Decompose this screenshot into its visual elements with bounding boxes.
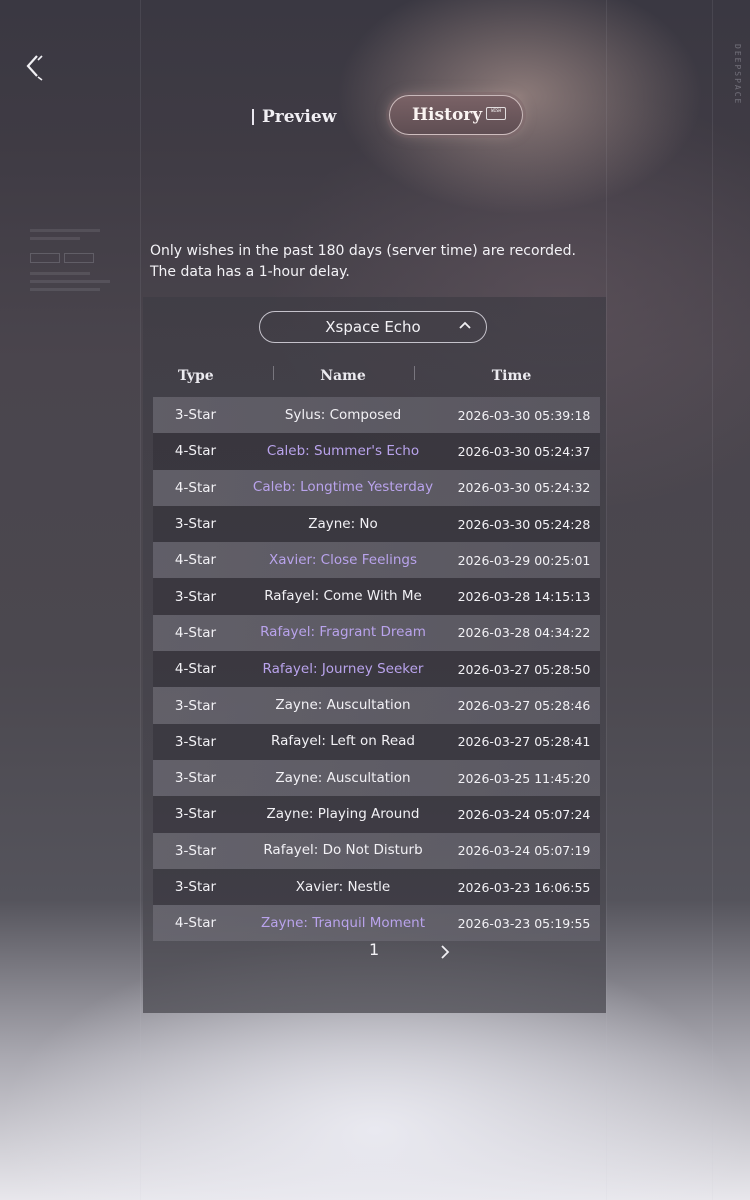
record-notice: Only wishes in the past 180 days (server… xyxy=(150,241,610,283)
row-type: 3-Star xyxy=(174,879,217,895)
table-row: 4-Star Caleb: Summer's Echo 2026-03-30 05:… xyxy=(153,433,600,470)
row-type: 4-Star xyxy=(174,479,217,496)
row-type: 4-Star xyxy=(174,624,217,641)
table-row: 4-Star Caleb: Longtime Yesterday 2026-03-3… xyxy=(153,469,600,506)
row-type: 3-Star xyxy=(174,806,217,823)
column-header-name: Name xyxy=(320,368,366,384)
notice-line-1: Only wishes in the past 180 days (server… xyxy=(150,243,576,259)
decor-button xyxy=(64,253,94,263)
table-row: 3-Star Zayne: Auscultation 2026-03-27 05:2… xyxy=(153,687,600,724)
row-time: 2026-03-28 14:15:13 xyxy=(457,589,591,605)
row-type: 3-Star xyxy=(174,588,217,605)
row-name: Zayne: Playing Around xyxy=(266,805,420,822)
current-page-number[interactable]: 1 xyxy=(369,940,379,959)
pagination: 1 xyxy=(0,940,750,964)
row-time: 2026-03-24 05:07:19 xyxy=(457,843,591,859)
row-time: 2026-03-25 11:45:20 xyxy=(457,770,591,786)
decor-line xyxy=(140,0,141,1200)
tab-history[interactable]: History WISH xyxy=(389,95,523,135)
row-type: 4-Star xyxy=(174,552,217,569)
column-header-time: Time xyxy=(491,368,532,384)
chevron-right-icon[interactable] xyxy=(437,942,453,962)
tab-history-label: History xyxy=(412,105,483,125)
row-type: 3-Star xyxy=(174,733,217,750)
header-divider xyxy=(273,366,274,380)
dropdown-selected-label: Xspace Echo xyxy=(325,318,421,336)
table-header: Type Name Time xyxy=(153,361,600,391)
row-name: Rafayel: Do Not Disturb xyxy=(263,842,423,859)
history-panel: Xspace Echo Type Name Time 3-Star Sylus: … xyxy=(143,297,606,1013)
table-row: 3-Star Zayne: Playing Around 2026-03-24 05… xyxy=(153,796,600,833)
row-name: Rafayel: Fragrant Dream xyxy=(260,624,426,641)
table-row: 3-Star Rafayel: Come With Me 2026-03-28 14… xyxy=(153,578,600,615)
table-row: 3-Star Zayne: Auscultation 2026-03-25 11:4… xyxy=(153,759,600,797)
decor-line xyxy=(712,0,713,1200)
row-name: Xavier: Nestle xyxy=(295,878,391,895)
row-name: Caleb: Summer's Echo xyxy=(266,442,420,459)
row-type: 4-Star xyxy=(174,443,217,460)
row-name: Zayne: Auscultation xyxy=(275,697,411,714)
decor-line xyxy=(606,0,607,1200)
table-row: 3-Star Zayne: No 2026-03-30 05:24:28 xyxy=(153,505,600,543)
row-time: 2026-03-27 05:28:41 xyxy=(457,734,591,750)
table-row: 3-Star Rafayel: Do Not Disturb 2026-03-24 … xyxy=(153,832,600,869)
history-badge: WISH xyxy=(486,106,507,120)
row-time: 2026-03-30 05:24:32 xyxy=(457,480,591,496)
table-row: 3-Star Rafayel: Left on Read 2026-03-27 05… xyxy=(153,723,600,760)
row-type: 3-Star xyxy=(174,770,217,787)
back-arrow-icon xyxy=(26,55,43,81)
row-time: 2026-03-29 00:25:01 xyxy=(457,552,591,568)
row-time: 2026-03-30 05:24:28 xyxy=(457,516,591,532)
notice-line-2: The data has a 1-hour delay. xyxy=(150,264,350,280)
table-row: 4-Star Rafayel: Fragrant Dream 2026-03-28 … xyxy=(153,614,600,652)
row-name: Zayne: Tranquil Moment xyxy=(261,914,425,931)
tab-preview[interactable]: Preview xyxy=(252,102,336,132)
row-time: 2026-03-28 04:34:22 xyxy=(457,625,591,641)
table-row: 4-Star Xavier: Close Feelings 2026-03-29 0… xyxy=(153,542,600,579)
decor-button xyxy=(30,253,60,263)
row-type: 3-Star xyxy=(174,697,217,714)
row-name: Caleb: Longtime Yesterday xyxy=(252,479,434,496)
row-name: Rafayel: Come With Me xyxy=(264,588,422,605)
row-time: 2026-03-27 05:28:50 xyxy=(457,661,591,677)
row-type: 3-Star xyxy=(174,516,217,533)
table-row: 3-Star Sylus: Composed 2026-03-30 05:39:18 xyxy=(153,397,600,434)
banner-filter-dropdown[interactable]: Xspace Echo xyxy=(259,311,487,343)
history-table-body: 3-Star Sylus: Composed 2026-03-30 05:39:18… xyxy=(153,397,600,942)
row-time: 2026-03-30 05:24:37 xyxy=(457,443,591,459)
row-time: 2026-03-23 05:19:55 xyxy=(457,915,591,931)
column-header-type: Type xyxy=(178,368,214,384)
background-decor-panel xyxy=(30,224,140,319)
back-button[interactable] xyxy=(22,52,50,82)
side-brand-text: DEEPSPACE xyxy=(733,44,742,106)
row-name: Rafayel: Journey Seeker xyxy=(262,660,424,677)
row-type: 4-Star xyxy=(174,661,217,678)
tab-indicator xyxy=(252,109,254,125)
row-time: 2026-03-23 16:06:55 xyxy=(457,879,591,895)
header-divider xyxy=(414,366,415,380)
table-row: 4-Star Zayne: Tranquil Moment 2026-03-23 0… xyxy=(153,905,600,942)
row-time: 2026-03-27 05:28:46 xyxy=(457,698,591,714)
table-row: 4-Star Rafayel: Journey Seeker 2026-03-27 … xyxy=(153,651,600,688)
row-name: Zayne: No xyxy=(308,515,378,532)
row-name: Xavier: Close Feelings xyxy=(268,551,418,568)
row-time: 2026-03-24 05:07:24 xyxy=(457,806,591,822)
row-type: 3-Star xyxy=(174,842,217,859)
row-type: 4-Star xyxy=(174,915,217,932)
row-name: Rafayel: Left on Read xyxy=(271,733,415,750)
row-name: Sylus: Composed xyxy=(284,406,402,423)
tab-preview-label: Preview xyxy=(262,107,337,127)
row-type: 3-Star xyxy=(174,407,217,424)
chevron-up-icon xyxy=(459,321,471,329)
row-time: 2026-03-30 05:39:18 xyxy=(457,407,591,423)
row-name: Zayne: Auscultation xyxy=(275,769,411,786)
table-row: 3-Star Xavier: Nestle 2026-03-23 16:06:55 xyxy=(153,868,600,906)
